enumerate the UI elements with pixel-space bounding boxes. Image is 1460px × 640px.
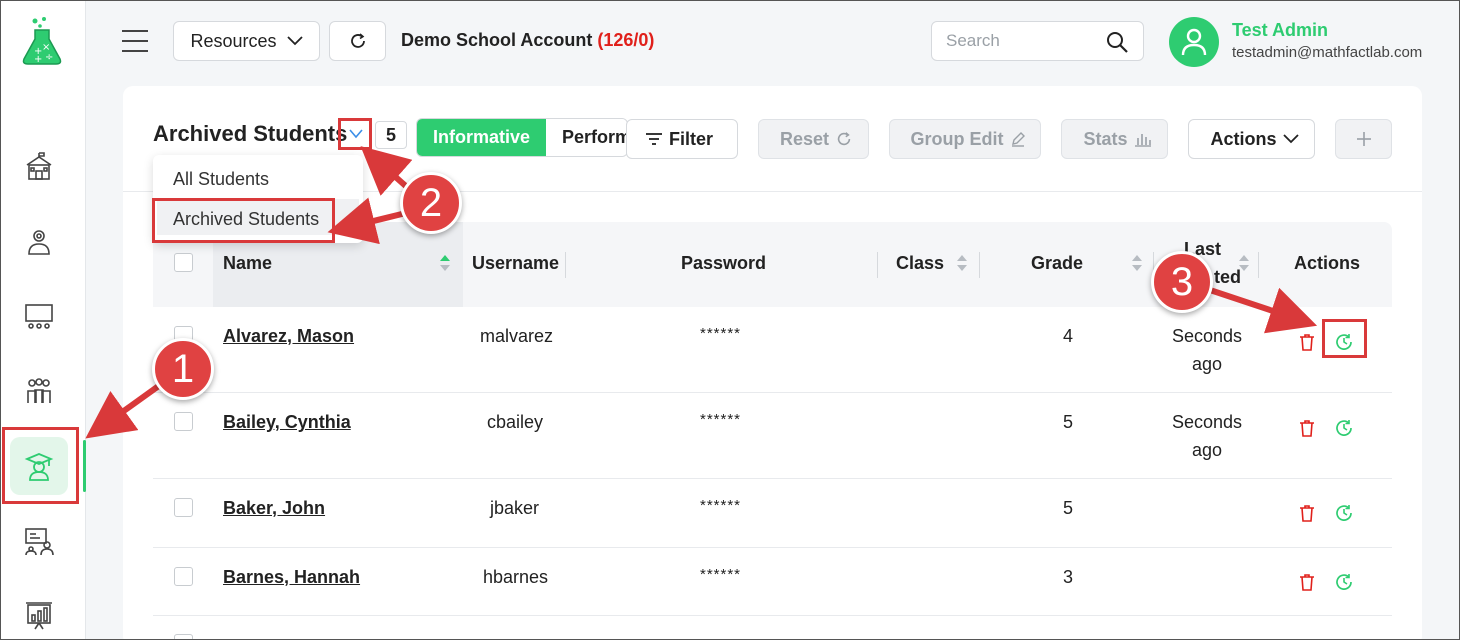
arrow-3 (1209, 287, 1318, 334)
arrow-2a (360, 146, 413, 196)
step-badge-3: 3 (1151, 251, 1213, 313)
annotation-arrows (85, 146, 1318, 439)
arrow-2b (327, 197, 411, 245)
step-badge-1: 1 (152, 338, 214, 400)
arrow-1 (85, 382, 162, 439)
step-badge-2: 2 (400, 172, 462, 234)
